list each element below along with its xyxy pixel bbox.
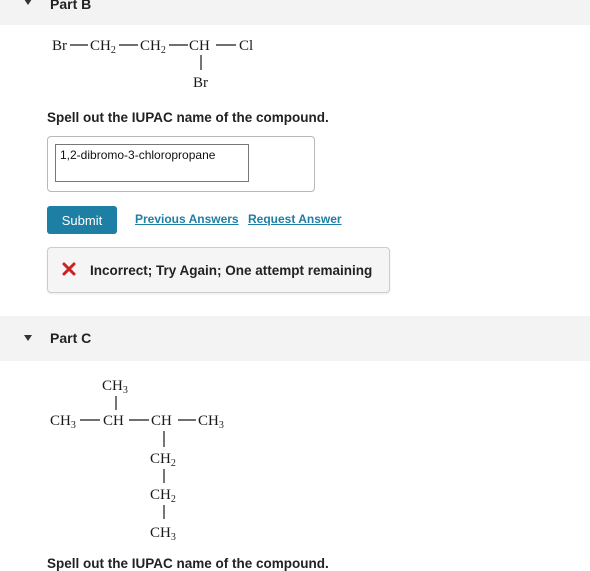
structure-atom: CH bbox=[90, 38, 111, 54]
structure-subscript: 3 bbox=[171, 532, 176, 543]
structure-atom: CH bbox=[140, 38, 161, 54]
structure-atom: CH bbox=[150, 487, 171, 503]
structure-subscript: 2 bbox=[171, 458, 176, 469]
svg-text:CH2: CH2 bbox=[150, 451, 176, 469]
structure-subscript: 3 bbox=[71, 420, 76, 431]
structure-atom: CH bbox=[103, 413, 124, 429]
svg-text:CH3: CH3 bbox=[50, 413, 76, 431]
svg-text:CH3: CH3 bbox=[150, 525, 176, 543]
part-c-structure: CH3 CH3 CH CH CH3 CH2 CH2 CH3 bbox=[50, 378, 224, 543]
part-b-header[interactable]: Part B bbox=[0, 0, 590, 25]
structure-atom: CH bbox=[102, 378, 123, 394]
iupac-name-input[interactable]: 1,2-dibromo-3-chloropropane bbox=[55, 144, 249, 182]
svg-text:CH3: CH3 bbox=[198, 413, 224, 431]
svg-text:CH2: CH2 bbox=[90, 38, 116, 56]
structure-atom: Cl bbox=[239, 38, 253, 54]
svg-text:CH3: CH3 bbox=[102, 378, 128, 396]
answer-box: 1,2-dibromo-3-chloropropane bbox=[47, 136, 315, 192]
part-c-title: Part C bbox=[50, 330, 92, 346]
structure-subscript: 2 bbox=[161, 45, 166, 56]
caret-down-icon[interactable] bbox=[24, 335, 32, 341]
structure-atom: CH bbox=[150, 525, 171, 541]
structure-atom: CH bbox=[189, 38, 210, 54]
part-b-structure: Br CH2 CH2 CH Cl Br bbox=[52, 38, 253, 91]
structure-subscript: 3 bbox=[123, 385, 128, 396]
structure-subscript: 2 bbox=[111, 45, 116, 56]
structure-atom: CH bbox=[150, 451, 171, 467]
structure-atom: Br bbox=[193, 75, 208, 91]
structure-subscript: 3 bbox=[219, 420, 224, 431]
x-mark-icon bbox=[62, 262, 76, 276]
structure-subscript: 2 bbox=[171, 494, 176, 505]
submit-button[interactable]: Submit bbox=[47, 206, 117, 234]
request-answer-link[interactable]: Request Answer bbox=[248, 212, 342, 226]
previous-answers-link[interactable]: Previous Answers bbox=[135, 212, 239, 226]
svg-text:CH2: CH2 bbox=[140, 38, 166, 56]
structure-atom: CH bbox=[198, 413, 219, 429]
part-b-title: Part B bbox=[50, 0, 92, 12]
feedback-message: Incorrect; Try Again; One attempt remain… bbox=[90, 263, 373, 278]
svg-text:CH2: CH2 bbox=[150, 487, 176, 505]
structure-atom: CH bbox=[151, 413, 172, 429]
structure-atom: Br bbox=[52, 38, 67, 54]
caret-down-icon[interactable] bbox=[24, 0, 32, 5]
feedback-box: Incorrect; Try Again; One attempt remain… bbox=[47, 247, 390, 293]
question-text: Spell out the IUPAC name of the compound… bbox=[47, 110, 329, 125]
structure-atom: CH bbox=[50, 413, 71, 429]
question-text: Spell out the IUPAC name of the compound… bbox=[47, 556, 329, 571]
part-c-header[interactable]: Part C bbox=[0, 316, 590, 361]
